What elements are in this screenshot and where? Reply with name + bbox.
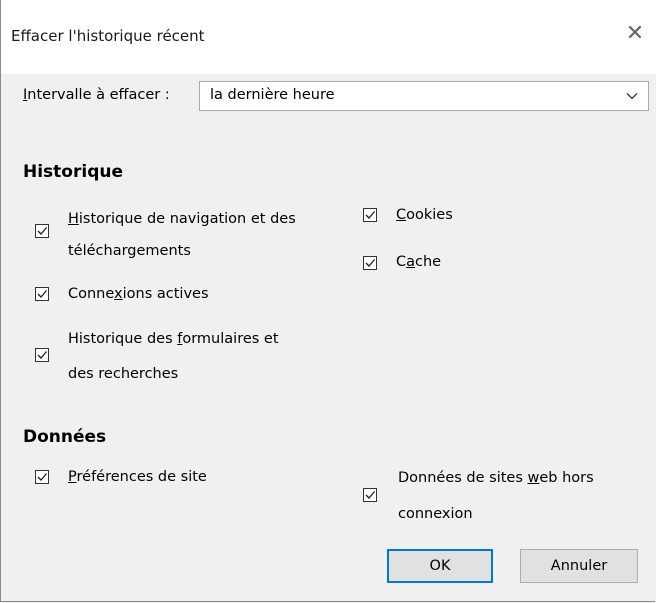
checkbox-offline-website-data[interactable] (363, 488, 377, 502)
cancel-button[interactable]: Annuler (520, 549, 638, 583)
checkbox-active-logins[interactable] (35, 287, 49, 301)
time-range-value: la dernière heure (210, 87, 335, 103)
checkmark-icon (37, 290, 47, 298)
offline-website-data-label[interactable]: Données de sites web hors (398, 462, 594, 495)
time-range-select[interactable]: la dernière heure (199, 81, 649, 111)
data-heading: Données (23, 427, 107, 447)
browsing-history-label[interactable]: Historique de navigation et des (68, 203, 296, 236)
browsing-history-label-line2[interactable]: téléchargements (68, 235, 191, 268)
form-history-label[interactable]: Historique des formulaires et (68, 323, 279, 356)
range-label: Intervalle à effacer : (23, 87, 170, 103)
cache-label[interactable]: Cache (396, 246, 441, 279)
site-preferences-label[interactable]: Préférences de site (68, 461, 207, 494)
offline-website-data-label-line2[interactable]: connexion (398, 498, 473, 531)
checkbox-form-history[interactable] (35, 348, 49, 362)
history-heading: Historique (23, 162, 123, 182)
close-icon[interactable]: ✕ (625, 23, 645, 45)
checkbox-browsing-history[interactable] (35, 224, 49, 238)
clear-history-dialog: Effacer l'historique récent ✕ Intervalle… (0, 0, 656, 602)
dialog-title: Effacer l'historique récent (11, 27, 205, 45)
active-logins-label[interactable]: Connexions actives (68, 278, 209, 311)
checkmark-icon (37, 227, 47, 235)
checkbox-cookies[interactable] (363, 208, 377, 222)
checkbox-cache[interactable] (363, 256, 377, 270)
checkmark-icon (365, 491, 375, 499)
checkbox-site-preferences[interactable] (35, 470, 49, 484)
cookies-label[interactable]: Cookies (396, 199, 453, 232)
checkmark-icon (37, 351, 47, 359)
checkmark-icon (365, 259, 375, 267)
checkmark-icon (37, 473, 47, 481)
checkmark-icon (365, 211, 375, 219)
title-bar: Effacer l'historique récent ✕ (1, 0, 656, 74)
ok-button[interactable]: OK (387, 549, 493, 583)
chevron-down-icon (626, 93, 638, 100)
form-history-label-line2[interactable]: des recherches (68, 358, 178, 391)
